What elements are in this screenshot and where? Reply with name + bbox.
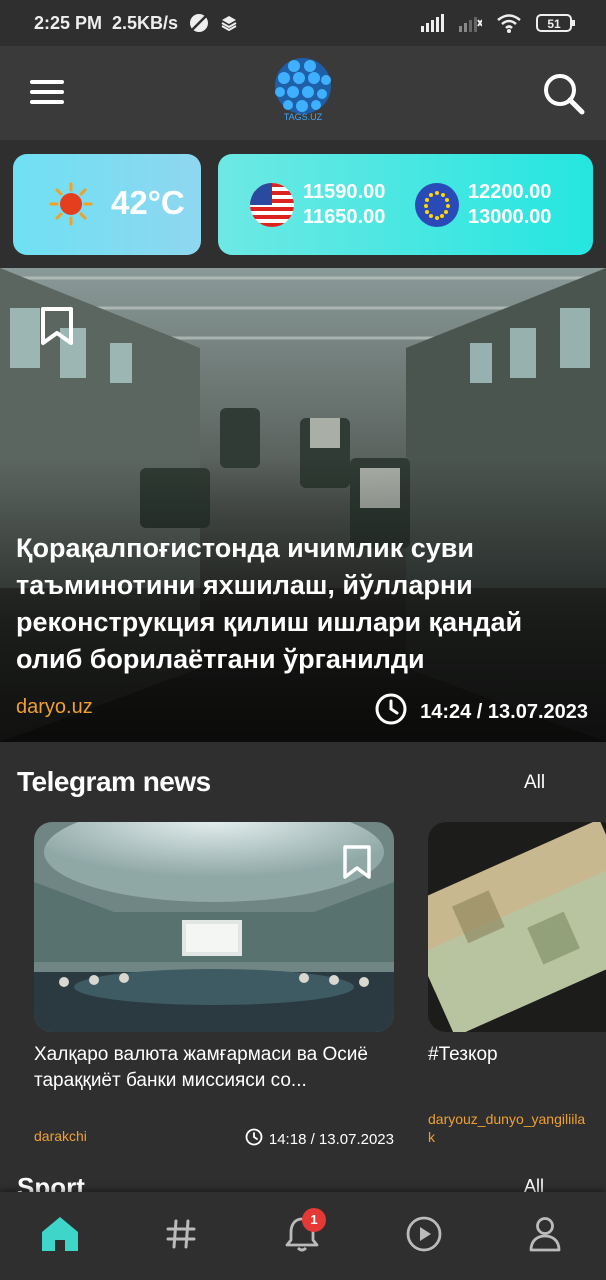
no-sync-icon xyxy=(188,12,210,34)
news-card-image xyxy=(34,822,394,1032)
logo-text: TAGS.UZ xyxy=(283,112,323,122)
telegram-all-link[interactable]: All xyxy=(524,772,545,794)
usa-flag-icon xyxy=(250,183,294,227)
status-time: 2:25 PM xyxy=(34,12,103,33)
usd-sell-rate: 11650.00 xyxy=(303,206,386,228)
notification-badge: 1 xyxy=(302,1208,326,1232)
sun-icon xyxy=(49,182,93,226)
sport-all-link[interactable]: All xyxy=(524,1176,544,1192)
battery-icon: 51 xyxy=(536,13,576,33)
hashtag-icon[interactable] xyxy=(159,1212,203,1256)
weather-widget[interactable]: 42°C xyxy=(13,154,201,255)
status-bar: 2:25 PM 2.5KB/s 51 xyxy=(0,0,606,46)
bookmark-icon[interactable] xyxy=(342,844,372,880)
section-title-telegram: Telegram news xyxy=(17,766,211,797)
play-icon[interactable] xyxy=(402,1212,446,1256)
clock-icon xyxy=(245,1128,263,1150)
app-header: TAGS.UZ xyxy=(0,46,606,140)
layers-icon xyxy=(220,14,238,32)
currency-widget[interactable]: 11590.00 11650.00 12200.00 13000.00 xyxy=(218,154,593,255)
news-card-title[interactable]: Халқаро валюта жамғармаси ва Осиё тараққ… xyxy=(34,1042,394,1094)
bookmark-icon[interactable] xyxy=(40,306,74,346)
news-card-title[interactable]: #Тезкор xyxy=(428,1042,606,1068)
eu-flag-icon xyxy=(415,183,459,227)
eur-buy-rate: 12200.00 xyxy=(468,181,552,203)
temperature: 42°C xyxy=(111,184,185,221)
bottom-navigation xyxy=(0,1192,606,1280)
status-speed: 2.5KB/s xyxy=(112,12,179,33)
section-title-sport: Sport xyxy=(17,1172,85,1194)
hero-time-text: 14:24 / 13.07.2023 xyxy=(420,700,588,723)
news-card-image xyxy=(428,822,606,1032)
news-card-source[interactable]: daryouz_dunyo_yangiliila k xyxy=(428,1110,590,1146)
home-icon[interactable] xyxy=(38,1212,82,1256)
hero-article[interactable]: Қорақалпоғистонда ичимлик суви таъминоти… xyxy=(0,268,606,742)
clock-icon xyxy=(374,692,408,732)
wifi-icon xyxy=(496,13,522,33)
search-icon[interactable] xyxy=(542,72,586,116)
news-card[interactable]: #Тезкор daryouz_dunyo_yangiliila k xyxy=(428,822,606,1162)
hamburger-menu-icon[interactable] xyxy=(30,80,64,106)
tags-logo[interactable]: TAGS.UZ xyxy=(266,56,340,130)
hero-time: 14:24 / 13.07.2023 xyxy=(374,692,588,732)
usd-buy-rate: 11590.00 xyxy=(303,181,386,203)
profile-icon[interactable] xyxy=(523,1212,567,1256)
hero-source[interactable]: daryo.uz xyxy=(16,696,93,719)
eur-sell-rate: 13000.00 xyxy=(468,206,552,228)
signal-icon xyxy=(420,14,444,32)
news-card-source[interactable]: darakchi xyxy=(34,1128,87,1144)
hero-title[interactable]: Қорақалпоғистонда ичимлик суви таъминоти… xyxy=(16,530,576,678)
news-card-time-text: 14:18 / 13.07.2023 xyxy=(268,1130,394,1148)
news-card[interactable]: Халқаро валюта жамғармаси ва Осиё тараққ… xyxy=(34,822,394,1148)
news-card-time: 14:18 / 13.07.2023 xyxy=(245,1128,394,1150)
battery-level: 51 xyxy=(547,17,561,31)
signal-weak-icon xyxy=(458,14,482,32)
